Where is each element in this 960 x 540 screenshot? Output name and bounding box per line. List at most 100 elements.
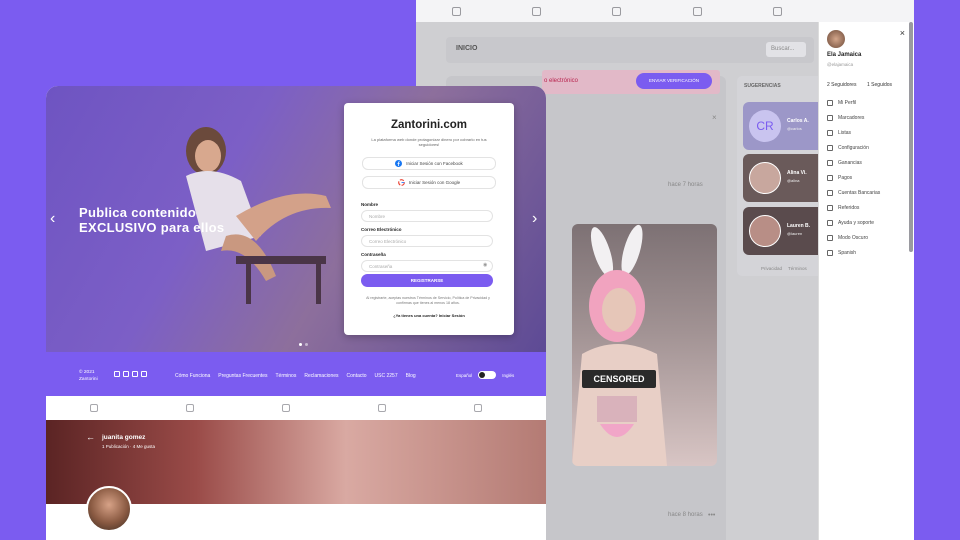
user-handle: @elajamaica: [827, 62, 854, 67]
main-window: ‹ › Publica contenido EXCLUSIVO para ell…: [46, 86, 546, 540]
close-icon[interactable]: ×: [900, 28, 905, 38]
menu-item-referrals[interactable]: Referidos: [827, 205, 859, 211]
carousel-dot[interactable]: [305, 343, 308, 346]
register-form: Zantorini.com La plataforma web donde pr…: [344, 103, 514, 335]
email-label: Correo Electrónico: [361, 227, 402, 232]
back-arrow-icon[interactable]: ←: [86, 432, 95, 442]
settings-icon[interactable]: [773, 6, 783, 16]
suggestions-title: SUGERENCIAS: [744, 83, 781, 89]
home-icon[interactable]: [451, 6, 461, 16]
card-icon: [827, 175, 833, 181]
menu-item-earnings[interactable]: Ganancias: [827, 160, 862, 166]
footer-link[interactable]: Términos: [276, 373, 297, 379]
following-count[interactable]: 1 Seguidos: [867, 82, 892, 88]
close-icon[interactable]: ×: [712, 113, 717, 122]
menu-item-bank-accounts[interactable]: Cuentas Bancarias: [827, 190, 880, 196]
alert-text: o electrónico: [544, 78, 579, 84]
menu-item-bookmarks[interactable]: Marcadores: [827, 115, 864, 121]
password-field[interactable]: Contraseña: [361, 260, 493, 272]
footer-link[interactable]: USC 2257: [375, 373, 398, 379]
user-icon: [827, 100, 833, 106]
hero-headline-line-2: EXCLUSIVO para ellos: [79, 220, 225, 235]
email-field[interactable]: Correo Electrónico: [361, 235, 493, 247]
register-button[interactable]: REGISTRARSE: [361, 274, 493, 287]
menu-item-help[interactable]: Ayuda y soporte: [827, 220, 874, 226]
users-icon: [827, 205, 833, 211]
scrollbar[interactable]: [909, 22, 913, 252]
footer-link[interactable]: Preguntas Frecuentes: [218, 373, 267, 379]
suggestion-handle: @alina: [787, 178, 800, 183]
google-login-button[interactable]: Iniciar Sesión con Google: [362, 176, 496, 189]
plus-icon[interactable]: [612, 6, 622, 16]
followers-count[interactable]: 2 Seguidores: [827, 82, 856, 88]
login-link[interactable]: ¿Ya tienes una cuenta? Iniciar Sesión: [344, 313, 514, 318]
site-footer: © 2021 Zantorini Cómo Funciona Preguntas…: [46, 352, 546, 396]
home-icon[interactable]: [90, 404, 98, 412]
menu-item-lists[interactable]: Listas: [827, 130, 851, 136]
twitter-icon[interactable]: [123, 371, 129, 377]
search-input[interactable]: Buscar...: [766, 42, 806, 57]
bell-icon[interactable]: [186, 404, 194, 412]
carousel-next-arrow[interactable]: ›: [532, 210, 537, 228]
form-description: La plataforma web donde protagonizar din…: [371, 137, 487, 147]
profile-name: juanita gomez: [102, 434, 146, 441]
bank-icon: [827, 190, 833, 196]
footer-links: Cómo Funciona Preguntas Frecuentes Térmi…: [175, 373, 424, 379]
footer-link[interactable]: Reclamaciones: [304, 373, 338, 379]
settings-icon[interactable]: [474, 404, 482, 412]
youtube-icon[interactable]: [141, 371, 147, 377]
avatar: [749, 215, 781, 247]
user-menu: × Ela Jamaica @elajamaica 2 Seguidores 1…: [818, 22, 914, 540]
name-field[interactable]: Nombre: [361, 210, 493, 222]
carousel-dot[interactable]: [299, 343, 302, 346]
menu-item-payments[interactable]: Pagos: [827, 175, 852, 181]
suggestion-handle: @lauren: [787, 231, 803, 236]
message-icon[interactable]: [378, 404, 386, 412]
menu-item-settings[interactable]: Configuración: [827, 145, 869, 151]
menu-item-dark-mode[interactable]: Modo Oscuro: [827, 235, 868, 241]
instagram-icon[interactable]: [132, 371, 138, 377]
bookmark-icon: [827, 115, 833, 121]
facebook-icon: [395, 160, 403, 167]
menu-item-profile[interactable]: Mi Perfil: [827, 100, 856, 106]
language-toggle[interactable]: [478, 371, 497, 379]
bottom-nav: [46, 396, 546, 420]
post-image[interactable]: CENSORED: [572, 224, 717, 466]
avatar[interactable]: [827, 30, 845, 48]
hero-section: ‹ › Publica contenido EXCLUSIVO para ell…: [46, 86, 546, 352]
list-icon: [827, 130, 833, 136]
send-verification-button[interactable]: ENVIAR VERIFICACIÓN: [636, 73, 712, 89]
lang-left: Español: [456, 372, 473, 378]
eye-icon[interactable]: ◉: [483, 262, 487, 268]
footer-link[interactable]: Cómo Funciona: [175, 373, 210, 379]
suggestions-footer: Privacidad Términos: [761, 266, 807, 271]
hero-headline: Publica contenido EXCLUSIVO para ellos: [79, 205, 249, 235]
menu-item-language[interactable]: Spanish: [827, 250, 856, 256]
avatar: [749, 162, 781, 194]
facebook-login-button[interactable]: Iniciar Sesión con Facebook: [362, 157, 496, 170]
user-name: Ela Jamaica: [827, 52, 862, 58]
bell-icon[interactable]: [532, 6, 542, 16]
suggestion-name: Lauren B.: [787, 223, 811, 229]
name-label: Nombre: [361, 202, 379, 207]
suggestion-handle: @carlos: [787, 126, 802, 131]
facebook-icon[interactable]: [114, 371, 120, 377]
password-label: Contraseña: [361, 252, 386, 257]
language-switch: Español Inglés: [456, 371, 514, 379]
help-icon: [827, 220, 833, 226]
profile-avatar[interactable]: [86, 486, 132, 532]
terms-link[interactable]: Términos: [788, 266, 807, 271]
post-time: hace 7 horas: [668, 182, 703, 188]
plus-icon[interactable]: [282, 404, 290, 412]
censored-badge: CENSORED: [582, 370, 656, 388]
footer-link[interactable]: Blog: [406, 373, 416, 379]
more-options-icon[interactable]: •••: [708, 512, 715, 519]
privacy-link[interactable]: Privacidad: [761, 266, 782, 271]
carousel-prev-arrow[interactable]: ‹: [50, 210, 55, 228]
background-top-nav: [416, 0, 914, 22]
footer-link[interactable]: Contacto: [347, 373, 367, 379]
avatar: CR: [749, 110, 781, 142]
message-icon[interactable]: [692, 6, 702, 16]
chart-icon: [827, 160, 833, 166]
page-header: INICIO Buscar...: [446, 37, 814, 63]
